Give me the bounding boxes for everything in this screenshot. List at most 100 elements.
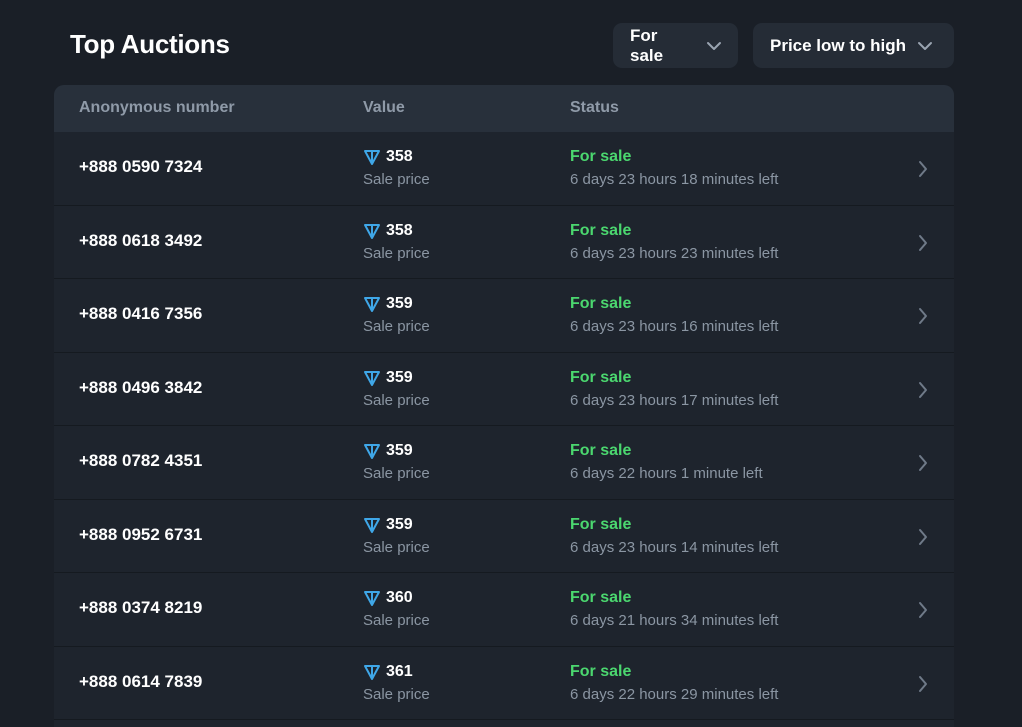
ton-diamond-icon [363,369,381,387]
chevron-down-icon [706,41,722,51]
value-cell: 358 Sale price [363,147,430,188]
page-title: Top Auctions [70,29,230,59]
price: 358 [363,221,430,241]
ton-diamond-icon [363,222,381,240]
ton-diamond-icon [363,148,381,166]
status-cell: For sale 6 days 23 hours 14 minutes left [570,515,778,556]
status-cell: For sale 6 days 23 hours 17 minutes left [570,368,778,409]
value-cell: 361 Sale price [363,662,430,703]
value-cell: 358 Sale price [363,221,430,262]
price-caption: Sale price [363,465,430,482]
table-row[interactable]: +888 0374 8219 360 Sale price For sale 6… [54,573,954,647]
status-cell: For sale 6 days 21 hours 34 minutes left [570,588,778,629]
status-cell: For sale 6 days 22 hours 29 minutes left [570,662,778,703]
time-left: 6 days 23 hours 23 minutes left [570,244,779,262]
ton-diamond-icon [363,442,381,460]
anonymous-number: +888 0374 8219 [79,598,203,617]
value-cell: 359 Sale price [363,515,430,556]
anonymous-number: +888 0416 7356 [79,304,203,323]
price-value: 359 [386,368,413,386]
anonymous-number: +888 0952 6731 [79,524,203,544]
column-header-value: Value [363,99,405,116]
time-left: 6 days 23 hours 16 minutes left [570,318,779,335]
anonymous-number: +888 0496 3842 [79,377,203,397]
page: Top Auctions For sale Price low to high … [0,0,1022,727]
auctions-header: Top Auctions For sale Price low to high [54,22,954,68]
table-row[interactable]: +888 0614 7839 361 Sale price For sale 6… [54,647,954,720]
price: 359 [363,368,430,388]
status-filter-dropdown[interactable]: For sale [613,23,738,68]
price-value: 358 [386,221,413,239]
price: 361 [363,662,430,682]
price: 360 [363,588,430,608]
ton-diamond-icon [363,516,381,534]
time-left: 6 days 23 hours 14 minutes left [570,538,779,556]
chevron-right-icon [918,307,928,325]
status-cell: For sale 6 days 23 hours 16 minutes left [570,294,778,335]
price: 358 [363,147,430,167]
status-cell: For sale 6 days 22 hours 1 minute left [570,441,763,482]
table-row[interactable]: +888 0782 4351 359 Sale price For sale 6… [54,426,954,500]
value-cell: 359 Sale price [363,441,430,482]
time-left: 6 days 22 hours 1 minute left [570,465,763,482]
status-cell: For sale 6 days 23 hours 23 minutes left [570,221,778,262]
price-caption: Sale price [363,244,430,262]
status-badge: For sale [570,589,632,606]
price-value: 360 [386,589,413,606]
time-left: 6 days 23 hours 17 minutes left [570,391,779,409]
price-caption: Sale price [363,538,430,556]
status-badge: For sale [570,515,632,533]
chevron-right-icon [918,160,928,178]
auctions-table: Anonymous number Value Status +888 0590 … [54,85,954,727]
value-cell: 360 Sale price [363,588,430,629]
price-caption: Sale price [363,612,430,629]
price-caption: Sale price [363,318,430,335]
table-row[interactable]: +888 0618 3492 358 Sale price For sale 6… [54,206,954,279]
price: 359 [363,515,430,535]
status-badge: For sale [570,295,632,312]
table-body: +888 0590 7324 358 Sale price For sale 6… [54,132,954,720]
sort-order-dropdown[interactable]: Price low to high [753,23,954,68]
column-header-number: Anonymous number [79,99,235,116]
time-left: 6 days 22 hours 29 minutes left [570,685,779,703]
table-row[interactable]: +888 0590 7324 358 Sale price For sale 6… [54,132,954,206]
ton-diamond-icon [363,663,381,681]
status-badge: For sale [570,148,632,165]
status-cell: For sale 6 days 23 hours 18 minutes left [570,147,778,188]
anonymous-number: +888 0614 7839 [79,671,203,691]
status-badge: For sale [570,368,632,386]
anonymous-number: +888 0590 7324 [79,157,203,176]
price-caption: Sale price [363,171,430,188]
time-left: 6 days 21 hours 34 minutes left [570,612,779,629]
anonymous-number: +888 0618 3492 [79,230,203,250]
time-left: 6 days 23 hours 18 minutes left [570,171,779,188]
chevron-right-icon [918,234,928,252]
price-value: 361 [386,662,413,680]
price: 359 [363,294,430,314]
anonymous-number: +888 0782 4351 [79,451,203,470]
status-badge: For sale [570,442,632,459]
table-header: Anonymous number Value Status [54,85,954,132]
table-row[interactable]: +888 0952 6731 359 Sale price For sale 6… [54,500,954,573]
status-filter-label: For sale [630,25,664,65]
price-value: 359 [386,515,413,533]
sort-order-label: Price low to high [770,35,907,55]
chevron-down-icon [917,41,933,51]
ton-diamond-icon [363,589,381,607]
chevron-right-icon [918,381,928,399]
price-caption: Sale price [363,685,430,703]
price-value: 359 [386,295,413,312]
price-value: 358 [386,148,413,165]
status-badge: For sale [570,221,632,239]
table-row[interactable]: +888 0496 3842 359 Sale price For sale 6… [54,353,954,426]
price-value: 359 [386,442,413,459]
chevron-right-icon [918,528,928,546]
price: 359 [363,441,430,461]
price-caption: Sale price [363,391,430,409]
chevron-right-icon [918,601,928,619]
chevron-right-icon [918,454,928,472]
value-cell: 359 Sale price [363,294,430,335]
table-row[interactable]: +888 0416 7356 359 Sale price For sale 6… [54,279,954,353]
column-header-status: Status [570,99,619,116]
chevron-right-icon [918,675,928,693]
